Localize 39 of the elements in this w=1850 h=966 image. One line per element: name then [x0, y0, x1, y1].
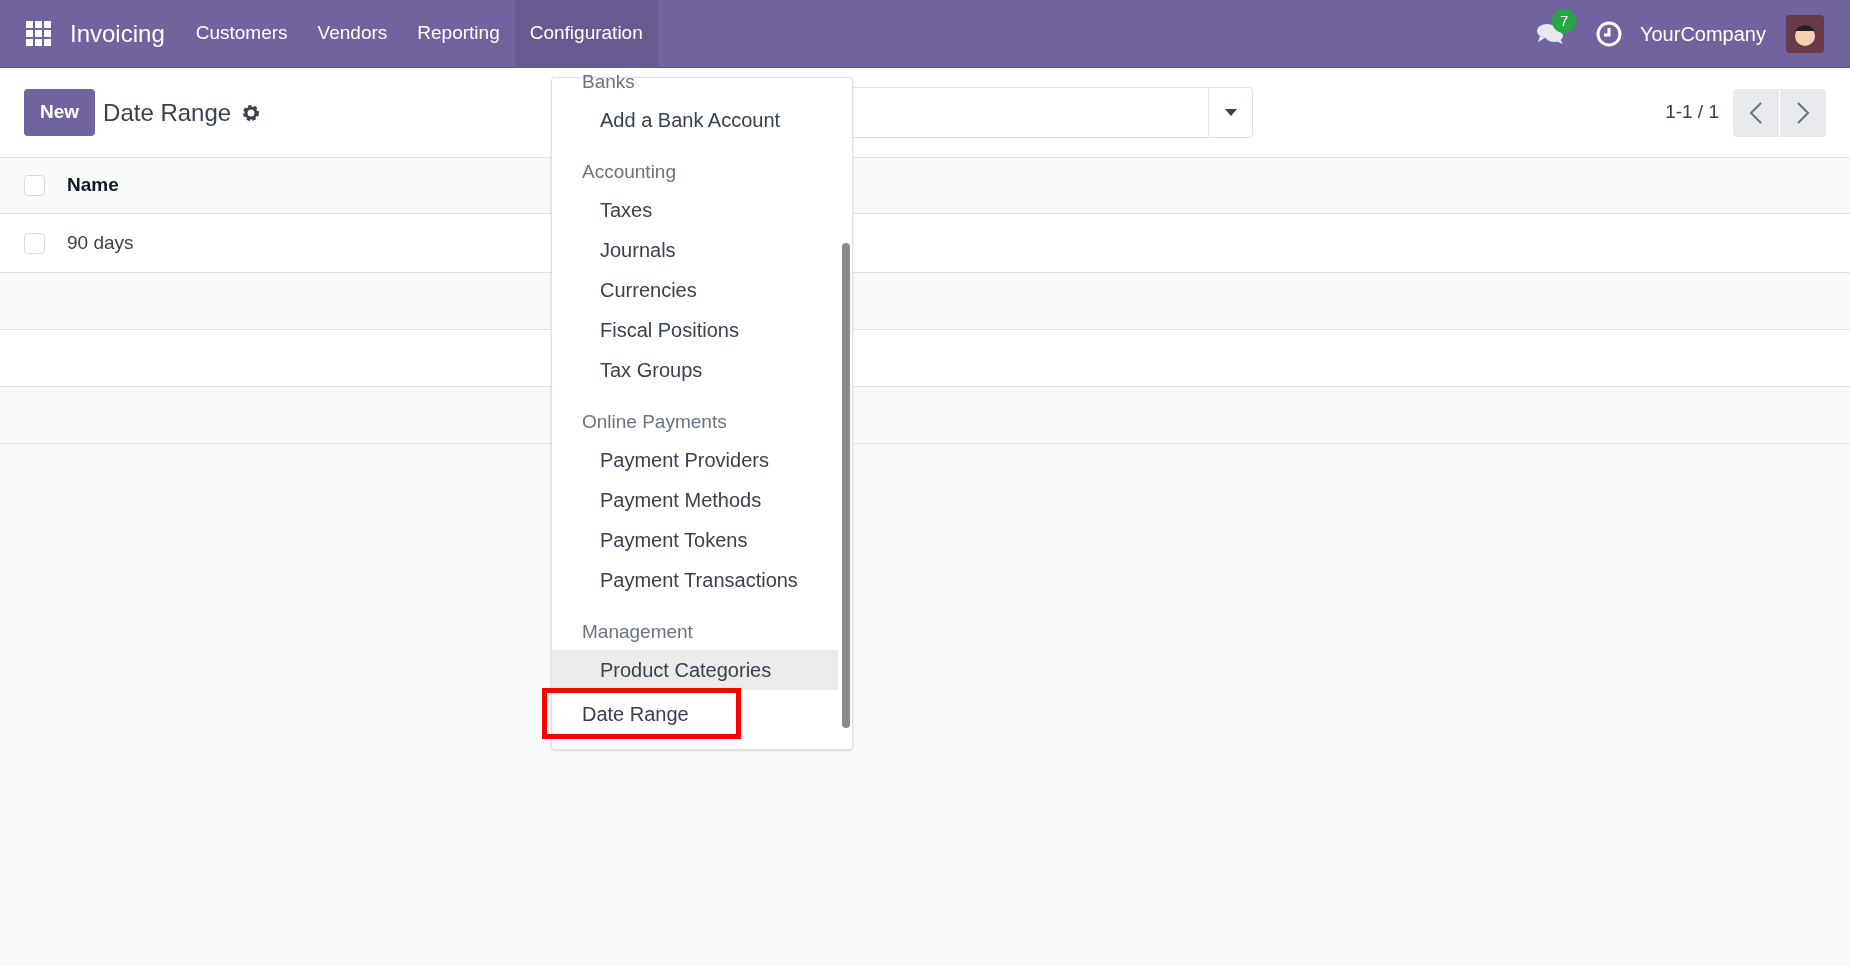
table-cell-text: 90 days [67, 230, 134, 255]
menu-tab[interactable]: Reporting [402, 0, 515, 68]
company-name[interactable]: YourCompany [1640, 18, 1766, 49]
message-count-badge: 7 [1552, 8, 1577, 33]
menu-item[interactable]: Payment Tokens [552, 520, 838, 560]
menu-tab[interactable]: Customers [180, 0, 303, 68]
menu-item[interactable]: Currencies [552, 270, 838, 310]
app-name[interactable]: Invoicing [70, 15, 165, 52]
menu-item[interactable]: Taxes [552, 190, 838, 230]
menu-item[interactable]: Product Categories [552, 650, 838, 690]
menu-section-header: Management [581, 619, 694, 644]
scrollbar[interactable] [842, 243, 850, 728]
pager-value: 1-1 / 1 [1665, 100, 1719, 125]
menu-item[interactable]: Tax Groups [552, 350, 838, 390]
apps-grid-icon[interactable] [26, 20, 52, 47]
menu-item[interactable]: Date Range [544, 690, 739, 737]
menu-tab[interactable]: Configuration [514, 0, 658, 68]
menu-item[interactable]: Fiscal Positions [552, 310, 838, 350]
caret-icon [1224, 109, 1237, 116]
gear-icon[interactable] [241, 102, 262, 123]
menu-section-header: Online Payments [581, 409, 728, 434]
next-button[interactable] [1780, 88, 1826, 137]
chevron-right-icon [1797, 101, 1809, 124]
menu-section-header: Accounting [581, 159, 677, 184]
checkbox[interactable] [24, 175, 45, 196]
menu-tab[interactable]: Vendors [302, 0, 403, 68]
menu-item[interactable]: Payment Providers [552, 440, 838, 480]
page-title: Date Range [103, 97, 232, 128]
menu-item[interactable]: Journals [552, 230, 838, 270]
menu-item[interactable]: Payment Transactions [552, 560, 838, 600]
menu-item[interactable]: Add a Bank Account [552, 100, 838, 140]
clock-icon[interactable] [1596, 20, 1622, 47]
previous-button[interactable] [1733, 88, 1779, 137]
menu-item[interactable]: Payment Methods [552, 480, 838, 520]
new-button[interactable]: New [24, 89, 96, 136]
user-avatar[interactable] [1786, 14, 1824, 53]
column-header[interactable]: Name [67, 171, 119, 200]
checkbox[interactable] [24, 232, 45, 254]
chevron-left-icon [1750, 101, 1762, 124]
